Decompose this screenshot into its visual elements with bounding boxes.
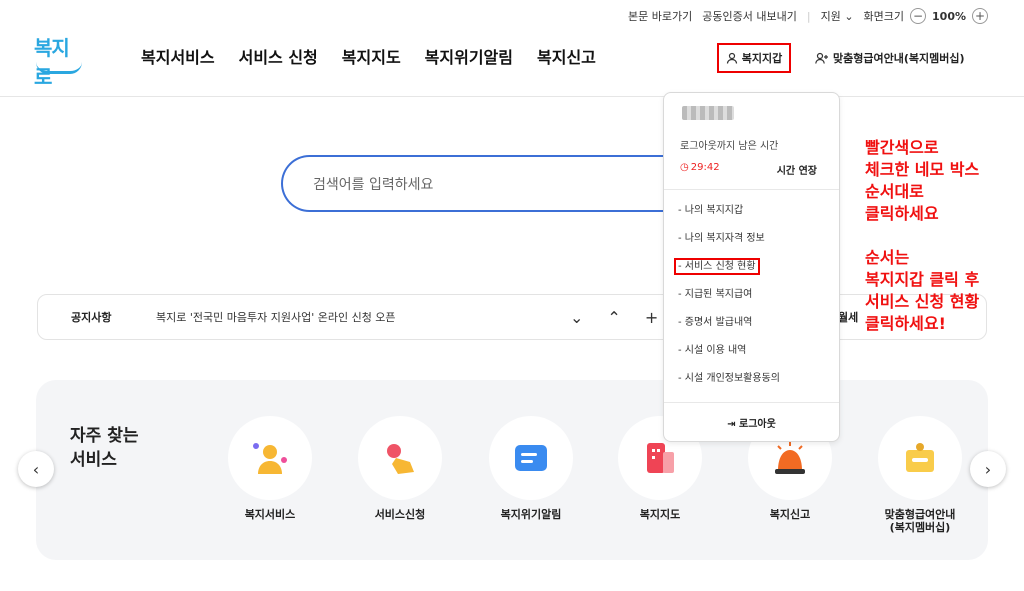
timer-value: 29:42 bbox=[690, 162, 720, 173]
menu-item-label: - 증명서 발급내역 bbox=[678, 317, 753, 328]
logout-button[interactable]: ⇥ 로그아웃 bbox=[664, 415, 839, 430]
menu-item-paid-benefits[interactable]: - 지급된 복지급여 bbox=[678, 287, 780, 315]
service-label: 복지지도 bbox=[639, 508, 681, 521]
menu-item-certificates[interactable]: - 증명서 발급내역 bbox=[678, 315, 780, 343]
service-item-apply[interactable]: 서비스신청 bbox=[358, 416, 442, 521]
menu-item-eligibility[interactable]: - 나의 복지자격 정보 bbox=[678, 231, 780, 259]
service-item-welfare[interactable]: 복지서비스 bbox=[228, 416, 312, 521]
frequent-title: 자주 찾는 서비스 bbox=[70, 424, 138, 472]
nav-welfare-service[interactable]: 복지서비스 bbox=[141, 44, 215, 68]
menu-item-label: - 나의 복지자격 정보 bbox=[678, 233, 765, 244]
menu-item-my-wallet[interactable]: - 나의 복지지갑 bbox=[678, 203, 780, 231]
welfare-wallet-button[interactable]: 복지지갑 bbox=[717, 43, 791, 73]
crisis-alert-icon bbox=[489, 416, 573, 500]
nav-welfare-report[interactable]: 복지신고 bbox=[537, 44, 596, 68]
nav-crisis-alert[interactable]: 복지위기알림 bbox=[425, 44, 513, 68]
carousel-prev-button[interactable]: ‹ bbox=[18, 451, 54, 487]
session-timer: ◷ 29:42 bbox=[680, 162, 720, 173]
notice-label: 공지사항 bbox=[71, 311, 112, 324]
zoom-control: 화면크기 − 100% + bbox=[864, 8, 988, 24]
menu-item-label: - 시설 이용 내역 bbox=[678, 345, 747, 356]
wallet-dropdown: 로그아웃까지 남은 시간 ◷ 29:42 시간 연장 - 나의 복지지갑 - 나… bbox=[663, 92, 840, 442]
frequent-services: 자주 찾는 서비스 복지서비스 서비스신청 복지위기알림 복지지도 복지신고 맞… bbox=[36, 380, 988, 560]
cert-export-link[interactable]: 공동인증서 내보내기 bbox=[702, 8, 797, 24]
wallet-menu: - 나의 복지지갑 - 나의 복지자격 정보 - 서비스 신청 현황 - 지급된… bbox=[674, 203, 780, 399]
carousel-next-button[interactable]: › bbox=[970, 451, 1006, 487]
service-item-crisis[interactable]: 복지위기알림 bbox=[489, 416, 573, 521]
logout-label: 로그아웃 bbox=[739, 419, 776, 430]
page: 본문 바로가기 공동인증서 내보내기 | 지원 ⌄ 화면크기 − 100% + … bbox=[0, 0, 1024, 591]
clock-icon: ◷ bbox=[680, 162, 689, 173]
nav-welfare-map[interactable]: 복지지도 bbox=[342, 44, 401, 68]
blurred-username bbox=[682, 106, 734, 120]
extend-time-button[interactable]: 시간 연장 bbox=[777, 162, 817, 177]
chevron-down-icon: ⌄ bbox=[844, 10, 854, 23]
notice-more[interactable]: 월세 bbox=[838, 309, 858, 325]
notice-bar: 공지사항 복지로 '전국민 마음투자 지원사업' 온라인 신청 오픈 ⌄ ⌃ +… bbox=[37, 294, 987, 340]
service-label: 복지서비스 bbox=[244, 508, 296, 521]
chevron-down-icon[interactable]: ⌄ bbox=[570, 308, 583, 327]
search-input[interactable]: 검색어를 입력하세요 bbox=[281, 155, 721, 212]
divider: | bbox=[806, 9, 811, 23]
menu-item-label: - 나의 복지지갑 bbox=[678, 205, 744, 216]
utility-bar: 본문 바로가기 공동인증서 내보내기 | 지원 ⌄ 화면크기 − 100% + bbox=[628, 8, 988, 24]
logout-icon: ⇥ bbox=[727, 419, 736, 430]
zoom-value: 100% bbox=[932, 9, 966, 23]
service-label: 서비스신청 bbox=[374, 508, 426, 521]
menu-item-label: - 시설 개인정보활용동의 bbox=[678, 373, 780, 384]
zoom-out-button[interactable]: − bbox=[910, 8, 927, 24]
service-label: 복지위기알림 bbox=[500, 508, 562, 521]
chevron-left-icon: ‹ bbox=[32, 459, 40, 479]
dropdown-divider bbox=[664, 402, 839, 403]
plus-icon[interactable]: + bbox=[645, 308, 658, 327]
header-divider bbox=[0, 96, 1024, 97]
menu-item-facility-consent[interactable]: - 시설 개인정보활용동의 bbox=[678, 371, 780, 399]
support-label: 지원 bbox=[820, 10, 841, 23]
user-icon bbox=[726, 52, 737, 64]
main-nav: 복지서비스 서비스 신청 복지지도 복지위기알림 복지신고 bbox=[141, 44, 596, 68]
frequent-title-text: 자주 찾는 서비스 bbox=[70, 426, 139, 470]
logo-smile-icon bbox=[36, 62, 82, 74]
menu-item-label: - 지급된 복지급여 bbox=[678, 289, 753, 300]
support-menu[interactable]: 지원 ⌄ bbox=[821, 8, 854, 24]
instruction-text: 빨간색으로 체크한 네모 박스 순서대로 클릭하세요 순서는 복지지갑 클릭 후… bbox=[865, 138, 980, 333]
menu-item-application-status[interactable]: - 서비스 신청 현황 bbox=[674, 258, 780, 287]
logout-remaining-label: 로그아웃까지 남은 시간 bbox=[680, 141, 779, 152]
menu-item-label: - 서비스 신청 현황 bbox=[674, 258, 760, 275]
service-label: 복지신고 bbox=[769, 508, 811, 521]
wallet-label: 복지지갑 bbox=[741, 52, 783, 65]
membership-label: 맞춤형급여안내(복지멤버십) bbox=[833, 52, 965, 65]
membership-link[interactable]: 맞춤형급여안내(복지멤버십) bbox=[815, 50, 965, 66]
service-apply-icon bbox=[358, 416, 442, 500]
logo[interactable]: 복지로 bbox=[34, 32, 86, 89]
user-plus-icon bbox=[815, 52, 828, 64]
dropdown-divider bbox=[664, 189, 839, 190]
chevron-right-icon: › bbox=[984, 459, 992, 479]
nav-service-apply[interactable]: 서비스 신청 bbox=[239, 44, 318, 68]
search-placeholder: 검색어를 입력하세요 bbox=[313, 176, 434, 193]
notice-controls: ⌄ ⌃ + bbox=[570, 308, 658, 327]
zoom-label: 화면크기 bbox=[863, 10, 905, 23]
chevron-up-icon[interactable]: ⌃ bbox=[607, 308, 620, 327]
menu-item-facility-usage[interactable]: - 시설 이용 내역 bbox=[678, 343, 780, 371]
zoom-in-button[interactable]: + bbox=[972, 8, 988, 24]
welfare-service-icon bbox=[228, 416, 312, 500]
notice-text[interactable]: 복지로 '전국민 마음투자 지원사업' 온라인 신청 오픈 bbox=[156, 309, 396, 325]
service-item-membership[interactable]: 맞춤형급여안내 (복지멤버십) bbox=[878, 416, 962, 534]
service-label: 맞춤형급여안내 (복지멤버십) bbox=[884, 508, 956, 534]
skip-link[interactable]: 본문 바로가기 bbox=[628, 8, 692, 24]
membership-icon bbox=[878, 416, 962, 500]
